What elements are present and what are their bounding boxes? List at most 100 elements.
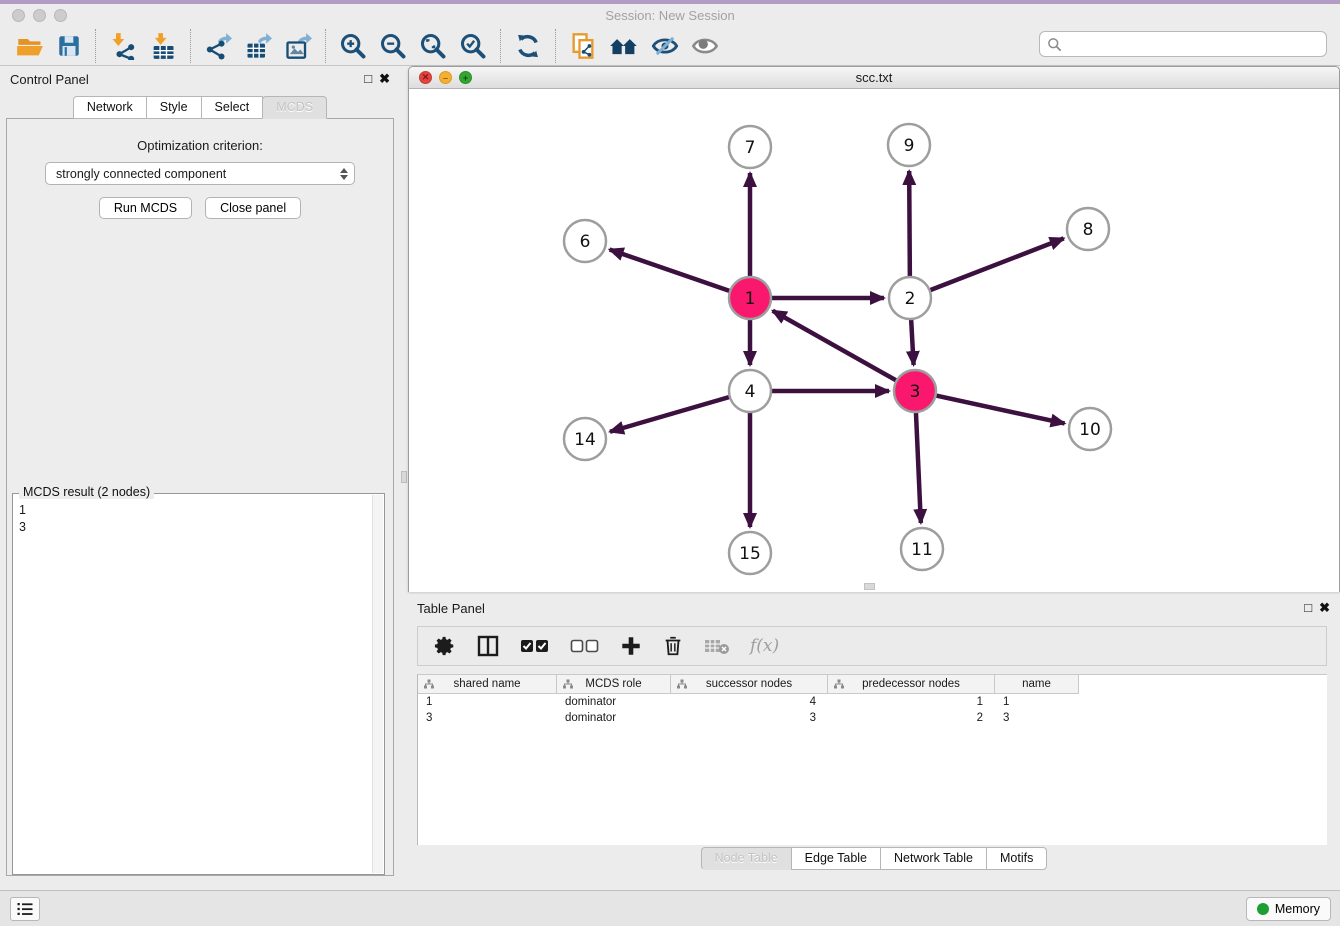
float-table-panel-icon[interactable]: □ [1304,600,1312,616]
tab-network[interactable]: Network [73,96,147,119]
zoom-in-button[interactable] [333,30,373,62]
delete-column-icon [662,635,684,657]
column-visibility-button[interactable] [476,634,500,658]
export-image-button[interactable] [278,30,318,62]
app-titlebar: Session: New Session [0,4,1340,26]
select-all-icon [520,637,550,655]
close-view-icon[interactable]: ✕ [419,71,432,84]
export-image-icon [284,32,312,60]
edge-3-11[interactable] [916,412,921,523]
network-graph[interactable]: 7968124314101511 [409,89,1339,592]
table-cell: 3 [995,710,1079,726]
node-label-8: 8 [1083,220,1094,240]
memory-label: Memory [1275,902,1320,916]
zoom-fit-icon [419,32,447,60]
refresh-layout-button[interactable] [508,30,548,62]
duplicate-network-button[interactable] [563,30,603,62]
add-column-button[interactable] [620,635,642,657]
optimization-dropdown[interactable]: strongly connected component [45,162,355,185]
mcds-result-text[interactable]: 1 3 [13,496,372,874]
zoom-selected-icon [459,32,487,60]
import-network-button[interactable] [103,30,143,62]
column-header-name[interactable]: name [995,675,1079,694]
tab-mcds[interactable]: MCDS [262,96,327,119]
close-panel-icon[interactable]: ✖ [379,71,390,87]
close-table-panel-icon[interactable]: ✖ [1319,600,1330,616]
mcds-result-scrollbar[interactable] [372,495,383,873]
table-cell: 3 [418,710,557,726]
table-row[interactable]: 1dominator411 [418,694,1327,710]
memory-button[interactable]: Memory [1246,897,1331,921]
zoom-selected-button[interactable] [453,30,493,62]
network-view-window: ✕ – + scc.txt 7968124314101511 [408,66,1340,592]
edge-1-6[interactable] [610,249,731,291]
export-network-button[interactable] [198,30,238,62]
table-cell: 2 [828,710,995,726]
save-session-button[interactable] [50,31,88,61]
table-toolbar: f(x) [417,626,1327,666]
edge-3-10[interactable] [936,395,1065,423]
node-label-7: 7 [745,138,756,158]
open-session-button[interactable] [10,30,50,62]
status-bar: Memory [0,890,1340,926]
tab-motifs[interactable]: Motifs [986,847,1047,870]
close-panel-button[interactable]: Close panel [205,197,301,219]
search-icon [1047,37,1062,52]
tab-select[interactable]: Select [201,96,264,119]
graphics-details-button[interactable] [645,30,685,62]
network-title: scc.txt [409,70,1339,85]
edge-2-3[interactable] [911,319,913,365]
minimize-view-icon[interactable]: – [439,71,452,84]
edge-3-1[interactable] [773,311,897,381]
tab-network-table[interactable]: Network Table [880,847,987,870]
table-row[interactable]: 3dominator323 [418,710,1327,726]
column-header-MCDS-role[interactable]: MCDS role [557,675,671,694]
first-neighbors-icon [609,32,639,60]
control-panel: Control Panel □ ✖ NetworkStyleSelectMCDS… [0,66,400,890]
maximize-view-icon[interactable]: + [459,71,472,84]
column-header-successor-nodes[interactable]: successor nodes [671,675,828,694]
open-session-icon [16,32,44,60]
delete-column-button[interactable] [662,635,684,657]
edge-2-9[interactable] [909,171,910,277]
canvas-resize-grip[interactable] [864,583,875,590]
node-label-15: 15 [739,544,761,564]
search-field[interactable] [1039,31,1327,57]
delete-table-button[interactable] [704,636,730,656]
node-label-1: 1 [745,289,756,309]
tab-node-table[interactable]: Node Table [701,847,792,870]
edge-4-14[interactable] [610,397,730,432]
navigator-eye-button[interactable] [685,30,725,62]
tab-style[interactable]: Style [146,96,202,119]
tab-edge-table[interactable]: Edge Table [791,847,881,870]
edge-2-8[interactable] [930,238,1064,290]
run-mcds-button[interactable]: Run MCDS [99,197,192,219]
function-builder-button[interactable]: f(x) [750,636,779,656]
first-neighbors-button[interactable] [603,30,645,62]
column-header-predecessor-nodes[interactable]: predecessor nodes [828,675,995,694]
save-session-icon [56,33,82,59]
import-table-icon [149,32,177,60]
splitter-grip[interactable] [401,471,407,483]
search-input[interactable] [1067,37,1326,51]
vertical-splitter[interactable] [400,66,408,890]
node-label-3: 3 [910,382,921,402]
task-history-button[interactable] [10,897,40,921]
column-header-shared-name[interactable]: shared name [418,675,557,694]
table-tabs: Node TableEdge TableNetwork TableMotifs [408,847,1340,870]
import-table-button[interactable] [143,30,183,62]
node-table[interactable]: shared nameMCDS rolesuccessor nodesprede… [417,674,1327,845]
zoom-fit-button[interactable] [413,30,453,62]
table-cell: 4 [671,694,828,710]
optimization-label: Optimization criterion: [7,138,393,153]
network-canvas[interactable]: 7968124314101511 [409,89,1339,592]
node-label-14: 14 [574,430,596,450]
float-panel-icon[interactable]: □ [364,71,372,87]
network-window-titlebar[interactable]: ✕ – + scc.txt [409,67,1339,89]
export-table-button[interactable] [238,30,278,62]
select-all-button[interactable] [520,637,550,655]
zoom-out-button[interactable] [373,30,413,62]
table-options-button[interactable] [434,635,456,657]
node-label-9: 9 [904,136,915,156]
deselect-all-button[interactable] [570,637,600,655]
